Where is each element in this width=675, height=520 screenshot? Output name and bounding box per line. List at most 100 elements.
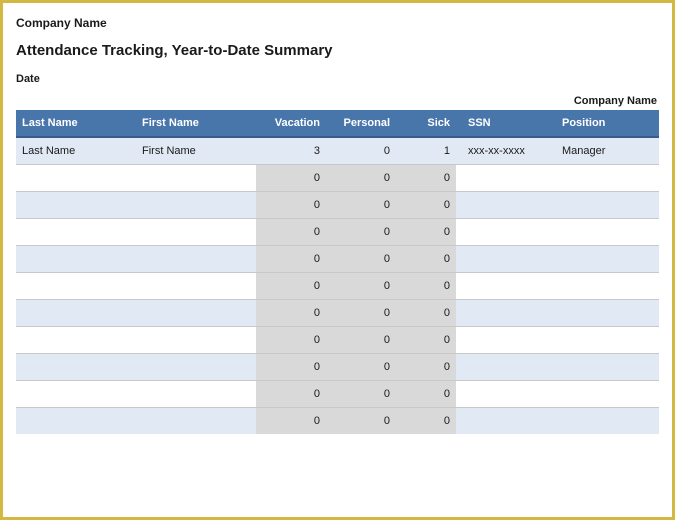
- cell-ssn: [456, 381, 556, 408]
- cell-firstname: [136, 219, 256, 246]
- cell-sick: 0: [396, 381, 456, 408]
- cell-firstname: [136, 192, 256, 219]
- table-row: 000: [16, 354, 659, 381]
- cell-vacation: 0: [256, 219, 326, 246]
- cell-position: [556, 273, 659, 300]
- content-area: Company Name Attendance Tracking, Year-t…: [3, 3, 672, 434]
- cell-personal: 0: [326, 273, 396, 300]
- cell-personal: 0: [326, 327, 396, 354]
- cell-ssn: [456, 165, 556, 192]
- cell-ssn: [456, 273, 556, 300]
- cell-ssn: xxx-xx-xxxx: [456, 137, 556, 165]
- cell-personal: 0: [326, 354, 396, 381]
- cell-firstname: [136, 354, 256, 381]
- cell-position: [556, 192, 659, 219]
- cell-personal: 0: [326, 246, 396, 273]
- cell-position: [556, 246, 659, 273]
- table-row: 000: [16, 300, 659, 327]
- cell-lastname: [16, 354, 136, 381]
- cell-personal: 0: [326, 219, 396, 246]
- cell-lastname: [16, 246, 136, 273]
- cell-personal: 0: [326, 300, 396, 327]
- cell-position: [556, 408, 659, 435]
- cell-position: [556, 354, 659, 381]
- cell-position: Manager: [556, 137, 659, 165]
- col-header-lastname: Last Name: [16, 110, 136, 137]
- table-row: 000: [16, 327, 659, 354]
- cell-sick: 0: [396, 408, 456, 435]
- cell-ssn: [456, 354, 556, 381]
- cell-sick: 0: [396, 219, 456, 246]
- cell-lastname: [16, 327, 136, 354]
- table-row: 000: [16, 408, 659, 435]
- cell-firstname: [136, 273, 256, 300]
- cell-personal: 0: [326, 165, 396, 192]
- cell-vacation: 0: [256, 165, 326, 192]
- table-row: 000: [16, 192, 659, 219]
- cell-lastname: [16, 165, 136, 192]
- cell-firstname: [136, 300, 256, 327]
- company-name-right: Company Name: [16, 95, 659, 107]
- cell-lastname: [16, 192, 136, 219]
- col-header-ssn: SSN: [456, 110, 556, 137]
- table-row: 000: [16, 273, 659, 300]
- cell-sick: 0: [396, 354, 456, 381]
- cell-sick: 0: [396, 246, 456, 273]
- cell-vacation: 0: [256, 408, 326, 435]
- cell-sick: 0: [396, 327, 456, 354]
- cell-vacation: 0: [256, 246, 326, 273]
- cell-ssn: [456, 300, 556, 327]
- cell-sick: 0: [396, 300, 456, 327]
- cell-lastname: [16, 300, 136, 327]
- document-frame: Company Name Attendance Tracking, Year-t…: [0, 0, 675, 520]
- cell-personal: 0: [326, 408, 396, 435]
- cell-vacation: 3: [256, 137, 326, 165]
- cell-vacation: 0: [256, 327, 326, 354]
- cell-vacation: 0: [256, 192, 326, 219]
- cell-lastname: [16, 219, 136, 246]
- cell-sick: 0: [396, 192, 456, 219]
- cell-personal: 0: [326, 137, 396, 165]
- cell-firstname: [136, 165, 256, 192]
- cell-lastname: [16, 408, 136, 435]
- table-header-row: Last Name First Name Vacation Personal S…: [16, 110, 659, 137]
- table-row: 000: [16, 246, 659, 273]
- cell-sick: 0: [396, 165, 456, 192]
- cell-personal: 0: [326, 381, 396, 408]
- company-name-label: Company Name: [16, 16, 659, 30]
- cell-lastname: Last Name: [16, 137, 136, 165]
- cell-ssn: [456, 246, 556, 273]
- date-label: Date: [16, 73, 659, 85]
- table-row: 000: [16, 219, 659, 246]
- table-row: Last NameFirst Name301xxx-xx-xxxxManager: [16, 137, 659, 165]
- col-header-vacation: Vacation: [256, 110, 326, 137]
- cell-firstname: [136, 408, 256, 435]
- col-header-personal: Personal: [326, 110, 396, 137]
- cell-personal: 0: [326, 192, 396, 219]
- cell-ssn: [456, 327, 556, 354]
- cell-position: [556, 165, 659, 192]
- col-header-position: Position: [556, 110, 659, 137]
- cell-vacation: 0: [256, 300, 326, 327]
- cell-position: [556, 381, 659, 408]
- col-header-firstname: First Name: [136, 110, 256, 137]
- col-header-sick: Sick: [396, 110, 456, 137]
- cell-sick: 0: [396, 273, 456, 300]
- cell-firstname: [136, 246, 256, 273]
- cell-ssn: [456, 192, 556, 219]
- cell-position: [556, 219, 659, 246]
- cell-vacation: 0: [256, 273, 326, 300]
- cell-ssn: [456, 219, 556, 246]
- cell-sick: 1: [396, 137, 456, 165]
- cell-ssn: [456, 408, 556, 435]
- table-row: 000: [16, 165, 659, 192]
- cell-firstname: [136, 327, 256, 354]
- cell-lastname: [16, 273, 136, 300]
- cell-firstname: [136, 381, 256, 408]
- cell-lastname: [16, 381, 136, 408]
- cell-vacation: 0: [256, 381, 326, 408]
- cell-position: [556, 300, 659, 327]
- cell-position: [556, 327, 659, 354]
- cell-vacation: 0: [256, 354, 326, 381]
- page-title: Attendance Tracking, Year-to-Date Summar…: [16, 42, 659, 59]
